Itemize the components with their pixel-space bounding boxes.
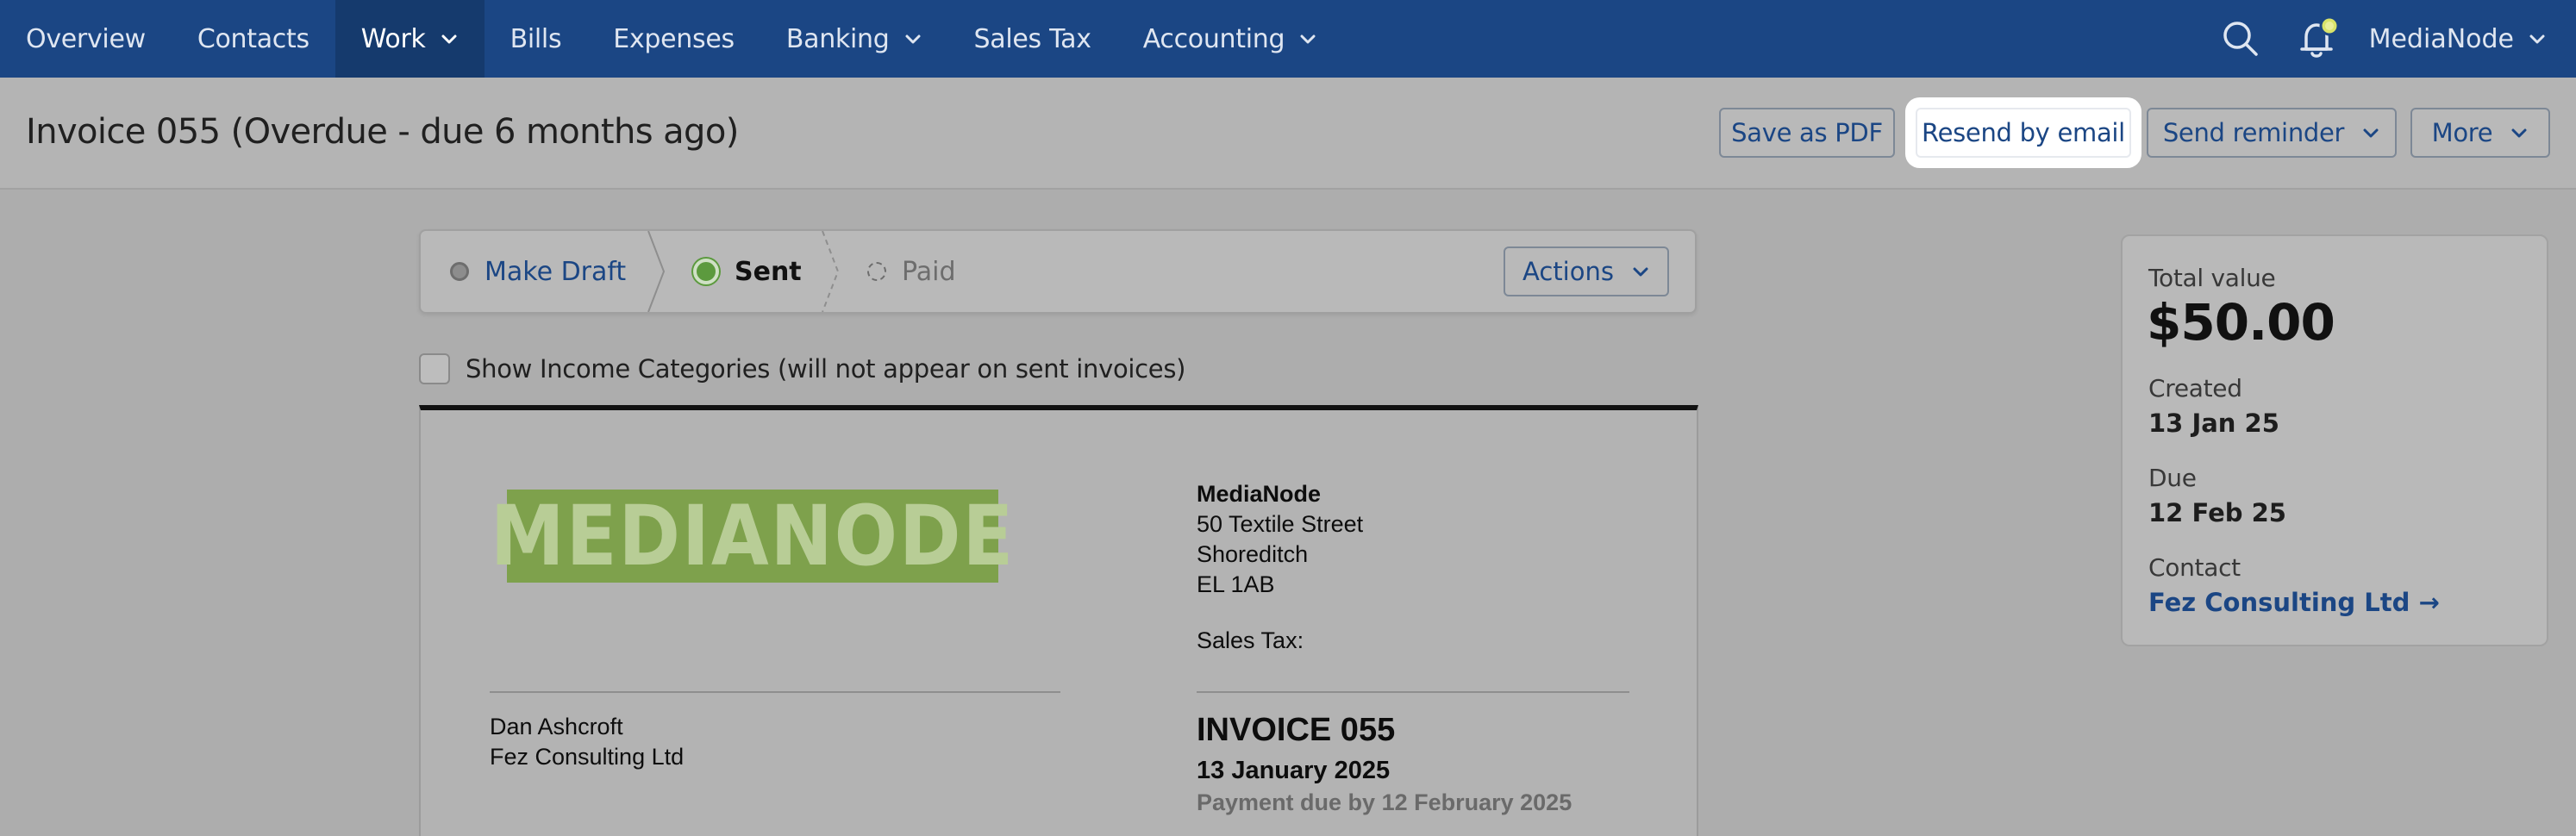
radio-empty-icon: [450, 262, 469, 281]
save-pdf-button[interactable]: Save as PDF: [1719, 108, 1895, 158]
bell-icon: [2299, 16, 2340, 58]
nav-banking[interactable]: Banking: [760, 0, 948, 78]
due-label: Due: [2148, 464, 2197, 492]
search-button[interactable]: [2202, 0, 2279, 78]
nav-bills-label: Bills: [510, 23, 562, 54]
make-draft-step[interactable]: Make Draft: [450, 231, 626, 312]
created-value: 13 Jan 25: [2148, 409, 2279, 438]
contact-label: Contact: [2148, 553, 2241, 582]
nav-sales-tax-label: Sales Tax: [973, 23, 1091, 54]
company-logo: MEDIANODE: [491, 490, 1013, 583]
nav-expenses[interactable]: Expenses: [587, 0, 760, 78]
nav-overview-label: Overview: [26, 23, 146, 54]
send-reminder-label: Send reminder: [2162, 118, 2345, 147]
client-company: Fez Consulting Ltd: [490, 744, 685, 770]
client-address: Dan Ashcroft Fez Consulting Ltd: [490, 712, 684, 772]
show-income-categories-toggle[interactable]: Show Income Categories (will not appear …: [419, 353, 1185, 384]
nav-sales-tax[interactable]: Sales Tax: [948, 0, 1117, 78]
nav-work-label: Work: [360, 23, 426, 54]
nav-right: MediaNode: [2202, 0, 2576, 78]
invoice-date: 13 January 2025: [1197, 757, 1391, 784]
more-button[interactable]: More: [2410, 108, 2550, 158]
nav-accounting-label: Accounting: [1142, 23, 1285, 54]
chevron-down-icon: [1631, 262, 1650, 281]
nav-work[interactable]: Work: [335, 0, 485, 78]
company-sales-tax: Sales Tax:: [1197, 627, 1304, 653]
radio-selected-icon: [693, 259, 719, 284]
sent-step: Sent: [693, 231, 802, 312]
top-nav: Overview Contacts Work Bills Expenses Ba…: [0, 0, 2576, 78]
invoice-preview: MEDIANODE MediaNode 50 Textile Street Sh…: [419, 405, 1698, 836]
nav-expenses-label: Expenses: [613, 23, 735, 54]
nav-overview[interactable]: Overview: [0, 0, 172, 78]
page-header: Invoice 055 (Overdue - due 6 months ago)…: [0, 78, 2576, 190]
user-menu[interactable]: MediaNode: [2357, 24, 2576, 54]
invoice-status-bar: Make Draft Sent Paid Actions: [419, 229, 1697, 314]
paid-step[interactable]: Paid: [867, 231, 956, 312]
nav-contacts[interactable]: Contacts: [172, 0, 335, 78]
nav-accounting[interactable]: Accounting: [1117, 0, 1344, 78]
actions-button[interactable]: Actions: [1504, 246, 1669, 296]
client-divider: [490, 691, 1060, 693]
resend-email-button[interactable]: Resend by email: [1916, 108, 2131, 158]
total-value-label: Total value: [2148, 264, 2276, 292]
step-separator-icon: [647, 231, 666, 312]
chevron-down-icon: [1298, 29, 1317, 48]
invoice-divider: [1197, 691, 1629, 693]
show-income-categories-label: Show Income Categories (will not appear …: [466, 354, 1186, 384]
chevron-down-icon: [440, 29, 459, 48]
paid-label: Paid: [902, 256, 956, 287]
invoice-number: INVOICE 055: [1197, 712, 1396, 748]
company-address: MediaNode 50 Textile Street Shoreditch E…: [1197, 479, 1363, 656]
due-value: 12 Feb 25: [2148, 498, 2286, 527]
nav-banking-label: Banking: [785, 23, 890, 54]
total-value: $50.00: [2147, 293, 2335, 352]
chevron-down-icon: [903, 29, 922, 48]
nav-bills[interactable]: Bills: [485, 0, 588, 78]
created-label: Created: [2148, 374, 2242, 402]
page-title: Invoice 055 (Overdue - due 6 months ago): [26, 112, 739, 152]
search-icon: [2223, 22, 2258, 56]
make-draft-label: Make Draft: [485, 256, 627, 287]
step-separator-icon: [822, 231, 840, 312]
resend-email-label: Resend by email: [1922, 118, 2125, 147]
chevron-down-icon: [2510, 123, 2529, 142]
chevron-down-icon: [2361, 123, 2380, 142]
notifications-button[interactable]: [2279, 0, 2357, 78]
invoice-summary-card: Total value $50.00 Created 13 Jan 25 Due…: [2121, 234, 2548, 646]
actions-label: Actions: [1522, 257, 1614, 286]
company-postcode: EL 1AB: [1197, 571, 1275, 597]
send-reminder-button[interactable]: Send reminder: [2147, 108, 2397, 158]
more-label: More: [2431, 118, 2493, 147]
show-income-categories-checkbox[interactable]: [419, 353, 450, 384]
radio-dashed-icon: [867, 262, 886, 281]
invoice-due-date: Payment due by 12 February 2025: [1197, 789, 1572, 815]
logo-text: MEDIANODE: [490, 488, 1016, 584]
sent-label: Sent: [735, 256, 802, 287]
company-address-line-1: 50 Textile Street: [1197, 511, 1364, 537]
save-pdf-label: Save as PDF: [1731, 118, 1883, 147]
contact-link[interactable]: Fez Consulting Ltd →: [2148, 588, 2440, 617]
client-person: Dan Ashcroft: [490, 714, 623, 739]
chevron-down-icon: [2528, 29, 2547, 48]
nav-contacts-label: Contacts: [197, 23, 309, 54]
company-name: MediaNode: [1197, 481, 1322, 507]
company-address-line-2: Shoreditch: [1197, 541, 1309, 567]
user-name: MediaNode: [2368, 23, 2514, 54]
